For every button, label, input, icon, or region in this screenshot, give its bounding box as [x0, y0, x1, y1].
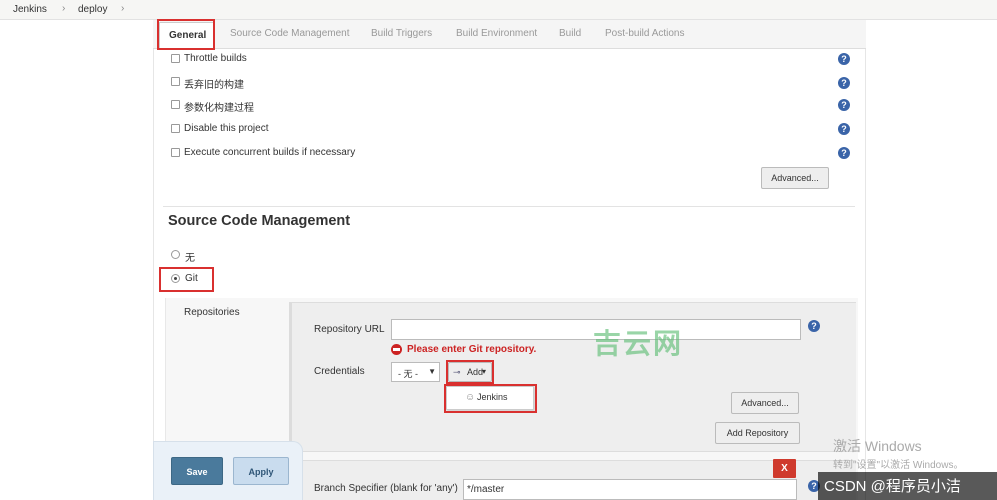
option-label: 参数化构建过程: [184, 103, 254, 114]
branch-specifier-input[interactable]: [463, 479, 797, 500]
help-icon[interactable]: ?: [838, 77, 850, 89]
site-watermark: 吉云网: [593, 328, 684, 359]
config-tabs: General Source Code Management Build Tri…: [153, 20, 866, 49]
add-repository-button[interactable]: Add Repository: [715, 422, 800, 444]
help-icon[interactable]: ?: [808, 320, 820, 332]
tab-build-triggers[interactable]: Build Triggers: [371, 28, 432, 39]
option-label: 丢弃旧的构建: [184, 80, 244, 91]
section-divider: [163, 206, 855, 207]
repository-advanced-button[interactable]: Advanced...: [731, 392, 799, 414]
tab-post-build-actions[interactable]: Post-build Actions: [605, 28, 685, 39]
save-button[interactable]: Save: [171, 457, 223, 485]
repositories-label: Repositories: [184, 307, 240, 318]
throttle-builds-checkbox[interactable]: [171, 54, 180, 63]
discard-old-builds-checkbox[interactable]: [171, 77, 180, 86]
credentials-select[interactable]: - 无 - ▼: [391, 362, 440, 382]
highlight-add-button: [446, 360, 494, 384]
breadcrumb-jenkins[interactable]: Jenkins: [13, 4, 47, 15]
highlight-general-tab: [157, 19, 215, 50]
general-advanced-button[interactable]: Advanced...: [761, 167, 829, 189]
csdn-credit-banner: CSDN @程序员小洁: [818, 472, 997, 500]
breadcrumb-separator-icon: ›: [121, 3, 125, 14]
tab-source-code-management[interactable]: Source Code Management: [230, 28, 350, 39]
scm-none-label: 无: [185, 253, 195, 264]
scm-section-title: Source Code Management: [168, 213, 351, 229]
breadcrumb: Jenkins › deploy ›: [0, 0, 997, 20]
delete-branch-button[interactable]: X: [773, 459, 796, 478]
parameterized-build-checkbox[interactable]: [171, 100, 180, 109]
windows-activation-hint: 转到"设置"以激活 Windows。: [833, 460, 964, 471]
disable-project-checkbox[interactable]: [171, 124, 180, 133]
concurrent-builds-checkbox[interactable]: [171, 148, 180, 157]
caret-down-icon: ▼: [428, 367, 436, 376]
help-icon[interactable]: ?: [838, 99, 850, 111]
credentials-selected-value: - 无 -: [398, 369, 418, 379]
breadcrumb-deploy[interactable]: deploy: [78, 4, 107, 15]
scm-none-radio[interactable]: [171, 250, 180, 259]
tab-build[interactable]: Build: [559, 28, 581, 39]
tab-build-environment[interactable]: Build Environment: [456, 28, 537, 39]
help-icon[interactable]: ?: [838, 53, 850, 65]
option-label: Execute concurrent builds if necessary: [184, 147, 356, 158]
option-label: Throttle builds: [184, 53, 247, 64]
highlight-git-option: [159, 267, 214, 292]
csdn-credit-text: CSDN @程序员小洁: [824, 478, 961, 495]
help-icon[interactable]: ?: [838, 147, 850, 159]
breadcrumb-separator-icon: ›: [62, 3, 66, 14]
apply-button[interactable]: Apply: [233, 457, 289, 485]
repository-error-message: Please enter Git repository.: [407, 344, 537, 355]
option-label: Disable this project: [184, 123, 269, 134]
branch-specifier-label: Branch Specifier (blank for 'any'): [314, 483, 458, 494]
repository-url-label: Repository URL: [314, 324, 385, 335]
credentials-label: Credentials: [314, 366, 365, 377]
error-icon: [391, 344, 402, 355]
help-icon[interactable]: ?: [838, 123, 850, 135]
highlight-jenkins-menu-item: [444, 384, 537, 413]
windows-activation-title: 激活 Windows: [833, 438, 922, 454]
